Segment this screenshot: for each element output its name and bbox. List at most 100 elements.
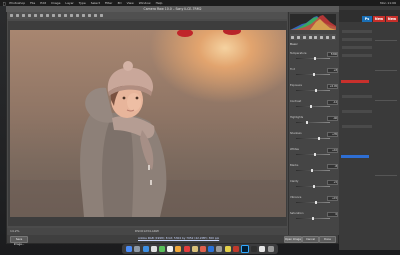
calendar-icon[interactable]: [183, 246, 190, 252]
slider-track[interactable]: [296, 105, 330, 108]
spot-removal-icon[interactable]: [58, 14, 61, 17]
messages-icon[interactable]: [159, 246, 166, 252]
preferences-icon[interactable]: [88, 14, 91, 17]
menu-item[interactable]: Select: [91, 1, 100, 5]
straighten-tool-icon[interactable]: [46, 14, 49, 17]
photoshop-icon[interactable]: [241, 245, 250, 253]
slider-knob[interactable]: [305, 121, 308, 124]
zoom-tool-icon[interactable]: [10, 14, 13, 17]
slider-value-field[interactable]: +10: [327, 148, 338, 153]
layer-row[interactable]: [342, 110, 372, 113]
sketch-icon[interactable]: [224, 246, 231, 252]
slider-knob[interactable]: [313, 185, 316, 188]
slider-value-field[interactable]: -40: [327, 116, 338, 121]
menu-item[interactable]: Photoshop: [9, 1, 25, 5]
open-image-button[interactable]: Open Image: [284, 236, 302, 243]
slider-knob[interactable]: [318, 137, 321, 140]
workflow-options-link[interactable]: Adobe RGB (1998); 8 bit; 5304 by 7952 (4…: [138, 236, 219, 240]
slider-track[interactable]: [296, 169, 330, 172]
settings-icon[interactable]: [216, 246, 223, 252]
hsl-tab-icon[interactable]: [308, 35, 312, 39]
slider-track[interactable]: [296, 201, 330, 204]
slider-track[interactable]: [296, 153, 330, 156]
done-button[interactable]: Done: [319, 236, 336, 243]
slider-knob[interactable]: [312, 73, 315, 76]
slider-knob[interactable]: [313, 57, 316, 60]
slider-knob[interactable]: [312, 217, 314, 220]
color-sampler-icon[interactable]: [28, 14, 31, 17]
layer-row[interactable]: [342, 125, 372, 128]
slider-track[interactable]: [296, 89, 330, 92]
menu-item[interactable]: View: [127, 1, 134, 5]
slider-track[interactable]: [296, 121, 330, 124]
slider-value-field[interactable]: +0.45: [327, 84, 338, 89]
safari-icon[interactable]: [142, 246, 149, 252]
slider-track[interactable]: [296, 185, 330, 188]
layer-row[interactable]: [342, 95, 372, 98]
save-image-button[interactable]: Save Image...: [10, 236, 28, 246]
split-toning-tab-icon[interactable]: [314, 35, 318, 39]
transform-tool-icon[interactable]: [52, 14, 55, 17]
ps-badge[interactable]: Ps: [362, 16, 372, 22]
photos-icon[interactable]: [175, 246, 182, 252]
music-icon[interactable]: [200, 246, 207, 252]
slider-knob[interactable]: [314, 201, 317, 204]
slider-knob[interactable]: [310, 169, 313, 172]
slider-knob[interactable]: [314, 89, 317, 92]
menu-item[interactable]: Image: [51, 1, 60, 5]
layer-row[interactable]: [342, 46, 372, 49]
layer-row[interactable]: [342, 30, 372, 33]
slider-value-field[interactable]: +8: [327, 68, 338, 73]
lens-tab-icon[interactable]: [320, 35, 324, 39]
hand-tool-icon[interactable]: [16, 14, 19, 17]
slider-value-field[interactable]: -12: [327, 100, 338, 105]
preview-icon[interactable]: [259, 246, 266, 252]
notes-icon[interactable]: [191, 246, 198, 252]
detail-tab-icon[interactable]: [302, 35, 306, 39]
apple-menu-icon[interactable]: : [3, 1, 5, 6]
crop-tool-icon[interactable]: [40, 14, 43, 17]
photo-preview[interactable]: [10, 30, 286, 217]
menu-item[interactable]: File: [30, 1, 35, 5]
slider-knob[interactable]: [313, 153, 316, 156]
trash-icon[interactable]: [267, 246, 274, 252]
new-badge[interactable]: New: [373, 16, 385, 22]
cancel-button[interactable]: Cancel: [302, 236, 319, 243]
slider-track[interactable]: [296, 73, 330, 76]
slider-track[interactable]: [296, 57, 330, 60]
slider-value-field[interactable]: -8: [327, 164, 338, 169]
rotate-left-icon[interactable]: [94, 14, 97, 17]
tone-curve-tab-icon[interactable]: [297, 35, 301, 39]
target-adjust-icon[interactable]: [34, 14, 37, 17]
slider-value-field[interactable]: +35: [327, 132, 338, 137]
chrome-icon[interactable]: [150, 246, 157, 252]
graduated-filter-icon[interactable]: [76, 14, 79, 17]
basic-tab-icon[interactable]: [291, 35, 295, 39]
new-badge[interactable]: New: [386, 16, 398, 22]
mail-icon[interactable]: [167, 246, 174, 252]
selected-layer-row[interactable]: [341, 80, 369, 83]
slider-knob[interactable]: [310, 105, 313, 108]
red-eye-icon[interactable]: [64, 14, 67, 17]
slider-track[interactable]: [296, 217, 330, 220]
slider-value-field[interactable]: 5300: [327, 52, 338, 57]
launchpad-icon[interactable]: [134, 246, 141, 252]
acrobat-icon[interactable]: [232, 246, 239, 252]
active-panel-row[interactable]: [341, 155, 369, 158]
slider-value-field[interactable]: +5: [327, 180, 338, 185]
menu-item[interactable]: Help: [156, 1, 163, 5]
zoom-level[interactable]: 14.2%: [10, 229, 20, 233]
slider-value-field[interactable]: +15: [327, 196, 338, 201]
layer-row[interactable]: [342, 38, 372, 41]
effects-tab-icon[interactable]: [325, 35, 329, 39]
finder-icon[interactable]: [126, 246, 133, 252]
terminal-icon[interactable]: [251, 246, 258, 252]
layer-row[interactable]: [342, 54, 372, 57]
menu-item[interactable]: Edit: [40, 1, 46, 5]
menu-item[interactable]: Window: [139, 1, 151, 5]
menu-item[interactable]: Layer: [65, 1, 73, 5]
menu-item[interactable]: Filter: [105, 1, 112, 5]
menu-item[interactable]: 3D: [117, 1, 121, 5]
adjustment-brush-icon[interactable]: [70, 14, 73, 17]
slider-track[interactable]: [296, 137, 330, 140]
